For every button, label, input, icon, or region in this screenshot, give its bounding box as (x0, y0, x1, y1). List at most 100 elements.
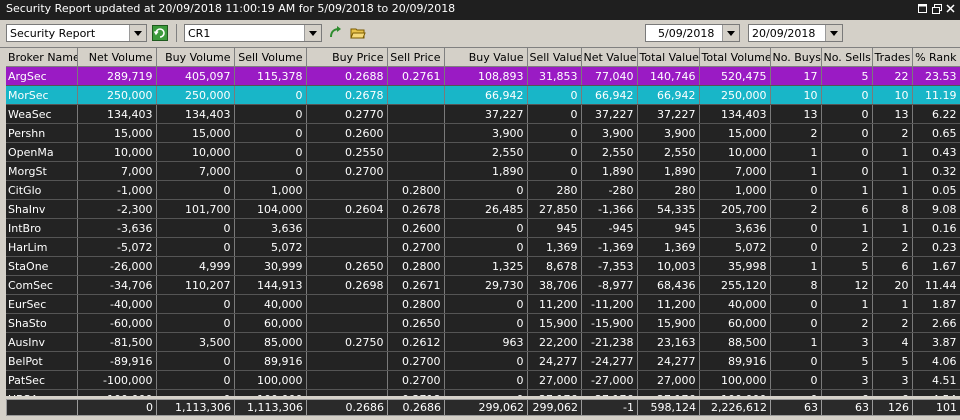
table-cell: 8 (770, 275, 822, 295)
table-row[interactable]: MorSec 250,000 250,000 0 0.2678 66,942 0 66,942… (6, 85, 960, 105)
chevron-down-icon[interactable] (304, 25, 321, 41)
table-cell: 1 (770, 332, 822, 352)
column-header[interactable]: Buy Volume (156, 48, 235, 67)
table-cell: -27,176 (581, 389, 638, 396)
report-select[interactable]: Security Report (6, 24, 147, 42)
table-cell: 10,000 (699, 142, 771, 162)
refresh-button[interactable] (151, 24, 169, 42)
table-row[interactable]: BelPot -89,916 0 89,916 0.2700 0 24,277 -24,277… (6, 351, 960, 371)
table-cell: -81,500 (77, 332, 157, 352)
table-cell: 4.51 (912, 370, 960, 390)
table-row[interactable]: IntBro -3,636 0 3,636 0.2600 0 945 -945 945 3,636… (6, 218, 960, 238)
broker-name-cell: OpenMa (6, 142, 78, 162)
total-cell: 2,226,612 (699, 399, 771, 416)
table-cell: 3,636 (234, 218, 307, 238)
column-header[interactable]: Net Value (581, 48, 638, 67)
table-cell: 0 (821, 161, 873, 181)
folder-open-icon (350, 28, 366, 39)
close-icon[interactable] (945, 3, 956, 14)
table-cell: 0 (527, 123, 582, 143)
table-row[interactable]: EurSec -40,000 0 40,000 0.2800 0 11,200 -11,200… (6, 294, 960, 314)
table-cell: 0 (821, 104, 873, 124)
column-header[interactable]: Sell Value (527, 48, 582, 67)
table-cell: 963 (444, 332, 528, 352)
table-cell: 110,207 (156, 275, 235, 295)
table-cell: 7,000 (699, 161, 771, 181)
restore-icon[interactable] (917, 3, 928, 14)
table-cell: 0.2550 (306, 142, 388, 162)
table-row[interactable]: UBSAus-100,0000100,0000.2718027,176-27,1… (6, 389, 960, 396)
table-row[interactable]: StaOne -26,000 4,999 30,999 0.2650 0.2800 1,32… (6, 256, 960, 276)
table-cell: 0.2700 (387, 351, 445, 371)
table-row[interactable]: ComSec -34,706 110,207 144,913 0.2698 0.2671 2… (6, 275, 960, 295)
table-row[interactable]: PatSec -100,000 0 100,000 0.2700 0 27,000 -27,0… (6, 370, 960, 390)
broker-name-cell: BelPot (6, 351, 78, 371)
table-row[interactable]: AusInv -81,500 3,500 85,000 0.2750 0.2612 963 2… (6, 332, 960, 352)
chevron-down-icon[interactable] (722, 25, 739, 41)
table-cell: 15,900 (527, 313, 582, 333)
table-cell: 27,176 (527, 389, 582, 396)
chevron-down-icon[interactable] (825, 25, 842, 41)
table-row[interactable]: CitGlo -1,000 0 1,000 0.2800 0 280 -280 280 1,000… (6, 180, 960, 200)
column-header[interactable]: Trades (872, 48, 913, 67)
date-from-picker[interactable]: 5/09/2018 (645, 24, 740, 42)
table-cell: 0.2600 (306, 123, 388, 143)
column-header[interactable]: No. Sells (821, 48, 873, 67)
table-cell: 0 (156, 351, 235, 371)
column-header[interactable]: Sell Volume (234, 48, 307, 67)
column-header[interactable]: Buy Price (306, 48, 388, 67)
table-cell: 5 (872, 351, 913, 371)
table-cell: 0 (527, 85, 582, 105)
totals-bar: 0 1,113,306 1,113,306 0.2686 0.2686 299,062 29… (6, 399, 960, 418)
table-cell: 0 (444, 351, 528, 371)
total-cell (6, 399, 78, 416)
table-cell: 0 (444, 237, 528, 257)
column-header[interactable]: No. Buys (770, 48, 822, 67)
table-cell: 0 (156, 180, 235, 200)
open-folder-button[interactable] (349, 24, 367, 42)
maximize-icon[interactable] (931, 3, 942, 14)
table-row[interactable]: ShaInv -2,300 101,700 104,000 0.2604 0.2678 26… (6, 199, 960, 219)
table-cell: 6 (872, 256, 913, 276)
table-row[interactable]: Pershn 15,000 15,000 0 0.2600 3,900 0 3,900 3,90… (6, 123, 960, 143)
window-titlebar: Security Report updated at 20/09/2018 11… (0, 0, 960, 20)
code-select[interactable]: CR1 (184, 24, 322, 42)
column-header[interactable]: Buy Value (444, 48, 528, 67)
table-cell: 134,403 (699, 104, 771, 124)
column-header[interactable]: Sell Price (387, 48, 445, 67)
table-cell: 15,000 (77, 123, 157, 143)
column-header[interactable]: % Rank (912, 48, 960, 67)
table-cell (306, 370, 388, 390)
date-to-value: 20/09/2018 (752, 27, 816, 40)
total-cell: 299,062 (444, 399, 528, 416)
table-cell: 108,893 (444, 66, 528, 86)
table-cell: 3 (821, 370, 873, 390)
table-cell: 6 (872, 389, 913, 396)
column-header[interactable]: Total Value (637, 48, 700, 67)
table-row[interactable]: ShaSto -60,000 0 60,000 0.2650 0 15,900 -15,900… (6, 313, 960, 333)
table-cell: 2.66 (912, 313, 960, 333)
table-cell: 3,500 (156, 332, 235, 352)
total-cell: 299,062 (527, 399, 582, 416)
table-cell: 0 (527, 161, 582, 181)
table-row[interactable]: WeaSec 134,403 134,403 0 0.2770 37,227 0 37,227… (6, 104, 960, 124)
column-header[interactable]: Broker Name (6, 48, 78, 67)
table-row[interactable]: ArgSec 289,719 405,097 115,378 0.2688 0.2761 1… (6, 66, 960, 86)
table-cell: 2,550 (637, 142, 700, 162)
table-cell (306, 294, 388, 314)
column-header[interactable]: Net Volume (77, 48, 157, 67)
table-cell: 0.2800 (387, 294, 445, 314)
table-row[interactable]: HarLim -5,072 0 5,072 0.2700 0 1,369 -1,369 1,36… (6, 237, 960, 257)
date-to-picker[interactable]: 20/09/2018 (748, 24, 843, 42)
table-cell: 0 (234, 161, 307, 181)
table-cell: 0 (527, 104, 582, 124)
table-cell: 23.53 (912, 66, 960, 86)
chevron-down-icon[interactable] (129, 25, 146, 41)
table-row[interactable]: MorgSt 7,000 7,000 0 0.2700 1,890 0 1,890 1,890 7… (6, 161, 960, 181)
table-row[interactable]: OpenMa 10,000 10,000 0 0.2550 2,550 0 2,550 2,55… (6, 142, 960, 162)
table-cell: 24,277 (637, 351, 700, 371)
column-header[interactable]: Total Volume (699, 48, 771, 67)
table-cell: 3 (821, 332, 873, 352)
table-cell (306, 389, 388, 396)
go-button[interactable] (327, 24, 345, 42)
